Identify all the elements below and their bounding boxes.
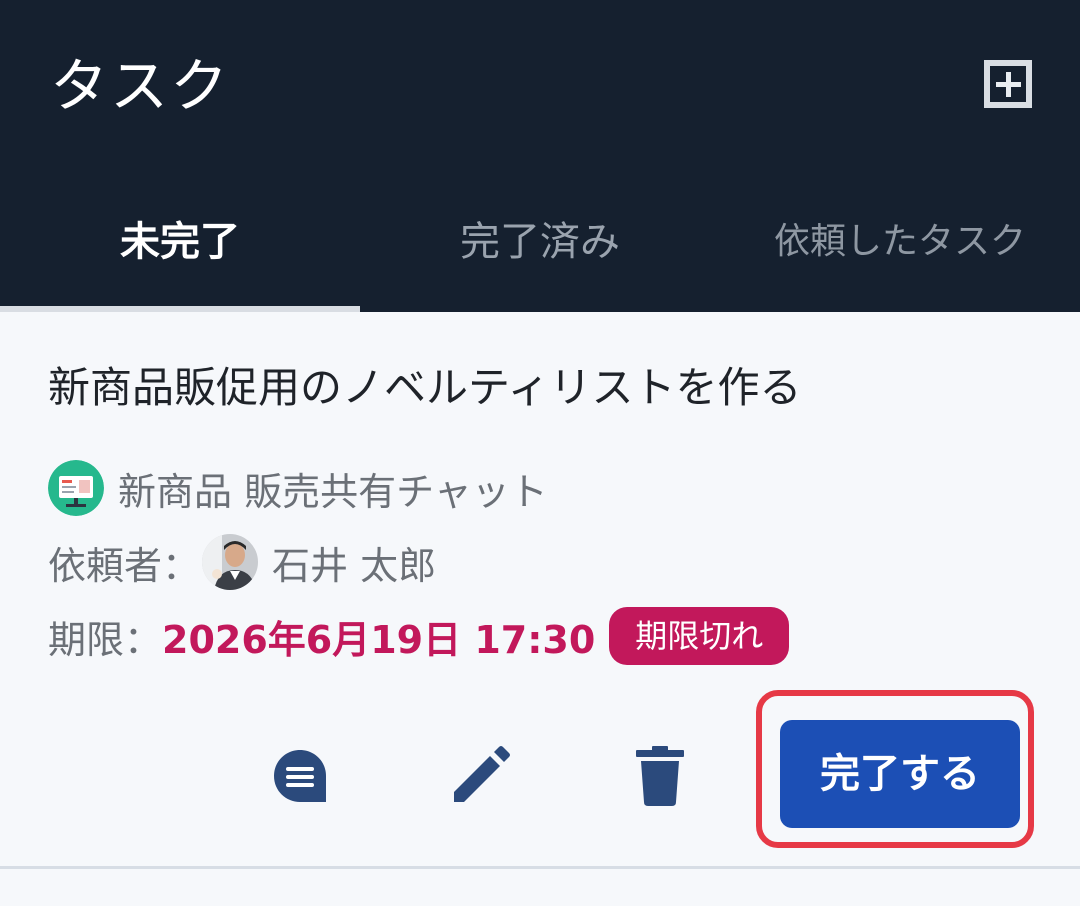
requester-name: 石井 太郎 [272, 543, 437, 588]
card-divider [0, 866, 1080, 869]
app-header: タスク 未完了 完了済み 依頼したタスク [0, 0, 1080, 312]
pencil-icon[interactable] [450, 746, 510, 806]
tab-incomplete[interactable]: 未完了 [0, 190, 360, 312]
comment-icon[interactable] [270, 746, 330, 806]
chat-name: 新商品 販売共有チャット [118, 469, 548, 514]
due-label: 期限： [48, 617, 163, 662]
avatar [202, 534, 259, 590]
tab-requested-tasks[interactable]: 依頼したタスク [720, 190, 1080, 312]
due-date: 2026年6月19日 17:30 [162, 617, 596, 662]
due-row: 期限： 2026年6月19日 17:30 期限切れ [48, 606, 790, 666]
tab-incomplete-label: 未完了 [120, 219, 240, 265]
plus-square-icon[interactable] [980, 56, 1036, 112]
page-title: タスク [50, 52, 231, 120]
tab-completed-label: 完了済み [460, 219, 620, 265]
chat-row[interactable]: 新商品 販売共有チャット [48, 458, 548, 518]
overdue-badge: 期限切れ [609, 607, 790, 665]
requester-row: 依頼者： 石井 太郎 [48, 532, 436, 592]
tab-requested-tasks-label: 依頼したタスク [773, 221, 1026, 262]
task-card[interactable]: 新商品販促用のノベルティリストを作る 新商品 販売共有チャット 依頼者： 石井 … [0, 312, 1080, 869]
chat-room-icon [48, 460, 104, 516]
task-title: 新商品販促用のノベルティリストを作る [48, 363, 802, 412]
complete-button[interactable]: 完了する [780, 720, 1020, 828]
requester-label: 依頼者： [48, 543, 201, 588]
trash-icon[interactable] [630, 746, 690, 806]
tab-completed[interactable]: 完了済み [360, 190, 720, 312]
tab-bar: 未完了 完了済み 依頼したタスク [0, 190, 1080, 312]
